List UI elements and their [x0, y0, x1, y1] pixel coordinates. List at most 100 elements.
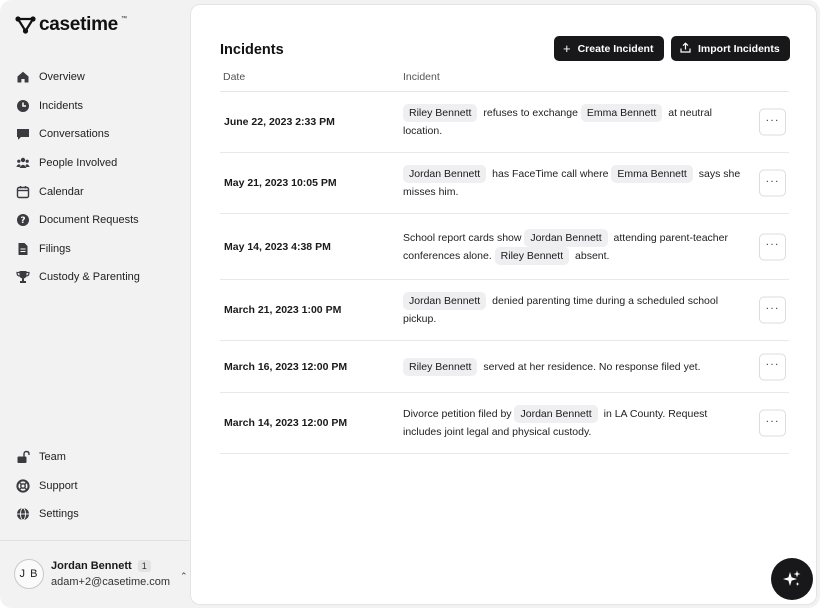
user-name-row: Jordan Bennett 1: [51, 560, 170, 572]
person-chip[interactable]: Jordan Bennett: [403, 165, 487, 183]
sidebar-item-conversations[interactable]: Conversations: [0, 120, 189, 149]
incident-text: served at her residence. No response fil…: [483, 360, 701, 373]
person-chip[interactable]: Riley Bennett: [403, 357, 478, 376]
row-more-options-button[interactable]: ···: [759, 353, 786, 380]
incident-date: May 21, 2023 10:05 PM: [224, 177, 337, 189]
user-info: Jordan Bennett 1 adam+2@casetime.com: [51, 560, 170, 588]
calendar-icon: [16, 185, 30, 199]
sidebar-divider: [0, 540, 189, 541]
sidebar-item-incidents[interactable]: Incidents: [0, 92, 189, 121]
sidebar-item-label: Custody & Parenting: [39, 271, 140, 284]
file-icon: [16, 242, 30, 256]
incident-date: May 14, 2023 4:38 PM: [224, 240, 331, 253]
incident-table: June 22, 2023 2:33 PM Riley Bennett refus…: [220, 92, 789, 454]
sidebar-item-overview[interactable]: Overview: [0, 63, 189, 92]
row-more-options-button[interactable]: ···: [759, 169, 786, 197]
incident-date: March 14, 2023 12:00 PM: [224, 417, 348, 429]
plus-icon: +: [563, 41, 571, 56]
clock-icon: [16, 99, 30, 113]
table-row[interactable]: March 21, 2023 1:00 PM Jordan Bennett den…: [220, 280, 789, 341]
table-row[interactable]: June 22, 2023 2:33 PM Riley Bennett refus…: [220, 92, 789, 153]
sidebar-item-label: Overview: [39, 71, 85, 84]
sparkles-icon: [783, 570, 801, 586]
sidebar-item-label: Conversations: [39, 128, 110, 141]
chevron-up-icon[interactable]: ⌃: [180, 571, 188, 582]
sidebar-item-label: Incidents: [39, 99, 84, 112]
incident-description: Riley Bennett served at her residence. N…: [403, 357, 743, 376]
row-more-options-button[interactable]: ···: [759, 296, 786, 324]
lifebuoy-icon: [16, 479, 30, 493]
user-email: adam+2@casetime.com: [51, 576, 171, 588]
trophy-icon: [16, 270, 30, 284]
sidebar-item-settings[interactable]: Settings: [0, 500, 189, 529]
import-incidents-label: Import Incidents: [698, 42, 780, 55]
sidebar-bottom-nav: Team Support Settings: [0, 443, 189, 529]
logo-trademark: ™: [120, 16, 127, 22]
incident-description: Riley Bennett refuses to exchange Emma B…: [403, 104, 743, 140]
sidebar-item-support[interactable]: Support: [0, 472, 189, 501]
incident-text: Divorce petition filed by: [403, 408, 512, 420]
incident-text: absent.: [575, 249, 610, 262]
notification-badge: 1: [137, 560, 151, 572]
sidebar-item-label: People Involved: [39, 157, 118, 170]
sidebar-item-label: Document Requests: [39, 214, 139, 227]
incident-text: has FaceTime call where: [492, 168, 609, 180]
row-more-options-button[interactable]: ···: [759, 409, 786, 437]
sidebar-item-label: Settings: [39, 508, 79, 521]
sidebar-item-team[interactable]: Team: [0, 443, 189, 472]
incident-description: Jordan Bennett has FaceTime call where E…: [403, 165, 743, 201]
incident-description: School report cards show Jordan Bennett …: [403, 228, 743, 265]
sidebar-nav: Overview Incidents Conversations People …: [0, 63, 189, 292]
row-more-options-button[interactable]: ···: [759, 233, 786, 260]
sidebar-item-label: Support: [39, 479, 78, 492]
sidebar-item-calendar[interactable]: Calendar: [0, 177, 189, 206]
sidebar-item-people-involved[interactable]: People Involved: [0, 149, 189, 178]
home-icon: [16, 70, 30, 84]
sidebar-item-document-requests[interactable]: ? Document Requests: [0, 206, 189, 235]
person-chip[interactable]: Emma Bennett: [580, 104, 663, 122]
column-header-incident: Incident: [403, 71, 440, 83]
sidebar-item-custody-parenting[interactable]: Custody & Parenting: [0, 263, 189, 292]
create-incident-button[interactable]: + Create Incident: [554, 36, 664, 61]
lock-open-icon: [16, 450, 30, 464]
import-incidents-button[interactable]: Import Incidents: [671, 36, 790, 61]
user-name: Jordan Bennett: [51, 560, 132, 572]
incident-text: School report cards show: [403, 231, 522, 244]
ai-assistant-button[interactable]: [771, 558, 813, 600]
table-row[interactable]: May 14, 2023 4:38 PM School report cards …: [220, 214, 789, 280]
svg-text:?: ?: [20, 216, 25, 226]
globe-icon: [16, 507, 30, 521]
person-chip[interactable]: Riley Bennett: [494, 246, 570, 265]
avatar: J B: [14, 559, 44, 589]
person-chip[interactable]: Jordan Bennett: [403, 292, 487, 310]
create-incident-label: Create Incident: [577, 42, 654, 55]
person-chip[interactable]: Jordan Bennett: [524, 228, 608, 247]
question-icon: ?: [16, 213, 30, 227]
app-frame: casetime ™ Overview Incidents Conversati…: [0, 0, 820, 608]
people-icon: [16, 156, 30, 170]
person-chip[interactable]: Emma Bennett: [611, 165, 693, 183]
column-header-date: Date: [223, 71, 246, 83]
sidebar-item-filings[interactable]: Filings: [0, 235, 189, 264]
incident-date: March 21, 2023 1:00 PM: [224, 304, 342, 316]
person-chip[interactable]: Riley Bennett: [403, 104, 478, 122]
table-row[interactable]: March 14, 2023 12:00 PM Divorce petition …: [220, 393, 789, 454]
table-row[interactable]: March 16, 2023 12:00 PM Riley Bennett ser…: [220, 341, 789, 393]
table-row[interactable]: May 21, 2023 10:05 PM Jordan Bennett has …: [220, 153, 789, 214]
logo-mark-icon: [15, 16, 36, 34]
logo-text: casetime: [39, 14, 118, 35]
chat-icon: [16, 127, 30, 141]
user-menu[interactable]: J B Jordan Bennett 1 adam+2@casetime.com: [14, 559, 170, 589]
row-more-options-button[interactable]: ···: [759, 108, 786, 136]
person-chip[interactable]: Jordan Bennett: [514, 405, 598, 423]
incident-date: June 22, 2023 2:33 PM: [224, 116, 335, 128]
incident-description: Jordan Bennett denied parenting time dur…: [403, 292, 743, 328]
sidebar-item-label: Filings: [39, 242, 71, 255]
incident-date: March 16, 2023 12:00 PM: [224, 360, 348, 373]
sidebar-item-label: Team: [39, 451, 66, 464]
sidebar-item-label: Calendar: [39, 185, 84, 198]
incident-description: Divorce petition filed by Jordan Bennett…: [403, 405, 743, 441]
sidebar: casetime ™ Overview Incidents Conversati…: [0, 0, 189, 608]
incident-text: refuses to exchange: [483, 107, 578, 119]
logo[interactable]: casetime ™: [15, 14, 127, 36]
